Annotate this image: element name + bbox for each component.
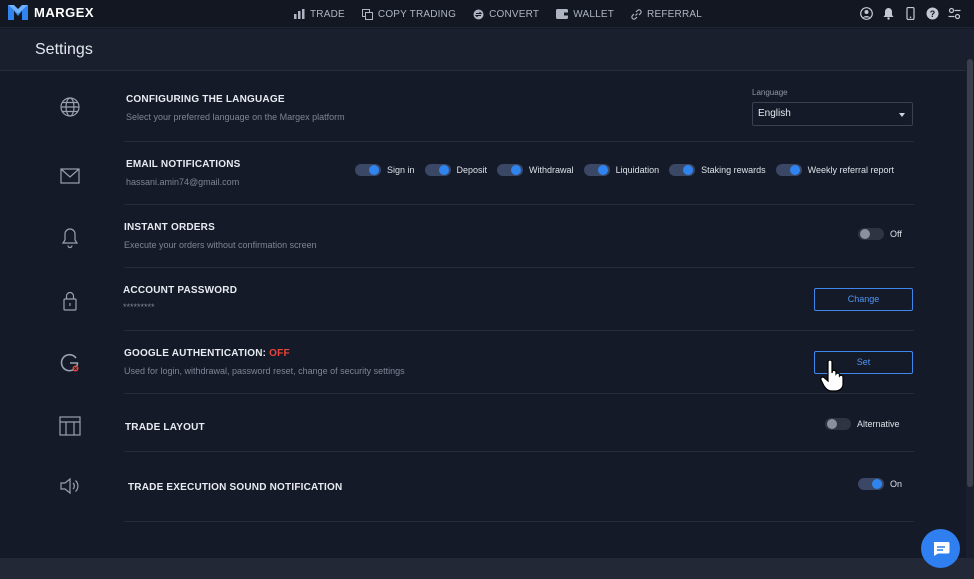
svg-text:?: ? xyxy=(930,9,936,19)
globe-icon xyxy=(60,97,80,117)
trade-layout-toggle[interactable]: Alternative xyxy=(825,418,900,430)
divider xyxy=(124,451,914,452)
toggle-switch[interactable] xyxy=(669,164,696,176)
toggle-label: Staking rewards xyxy=(701,165,766,175)
trade-layout-state: Alternative xyxy=(857,419,900,429)
speaker-icon xyxy=(60,477,79,495)
google-auth-status: OFF xyxy=(269,348,290,359)
toggle-label: Sign in xyxy=(387,165,415,175)
header-icons: ? xyxy=(860,6,961,21)
language-select[interactable]: English xyxy=(752,102,913,126)
password-title: ACCOUNT PASSWORD xyxy=(123,285,238,296)
main-nav: TRADE COPY TRADING CONVERT WALLET REFERR… xyxy=(294,0,702,28)
scrollbar-thumb[interactable] xyxy=(967,59,973,487)
instant-orders-toggle[interactable]: Off xyxy=(858,228,902,240)
link-icon xyxy=(631,8,642,20)
nav-referral-label: REFERRAL xyxy=(647,8,702,20)
language-field-label: Language xyxy=(752,88,788,97)
sound-title: TRADE EXECUTION SOUND NOTIFICATION xyxy=(128,482,343,493)
toggle-switch[interactable] xyxy=(858,478,884,490)
wallet-icon xyxy=(556,9,569,19)
password-masked: ********* xyxy=(123,302,155,312)
convert-icon xyxy=(473,9,484,19)
toggle-sign-in[interactable]: Sign in xyxy=(355,164,415,176)
toggle-label: Deposit xyxy=(456,165,488,175)
margex-logo-icon xyxy=(8,5,28,20)
top-navigation-bar: MARGEX TRADE COPY TRADING CONVERT WALLET… xyxy=(0,0,974,28)
nav-copy-trading-label: COPY TRADING xyxy=(377,8,457,20)
google-auth-title: GOOGLE AUTHENTICATION: OFF xyxy=(124,348,290,359)
nav-trade-label: TRADE xyxy=(310,8,345,20)
toggle-label: Liquidation xyxy=(615,165,660,175)
sound-toggle[interactable]: On xyxy=(858,478,902,490)
email-toggle-list: Sign in Deposit Withdrawal Liquidation S… xyxy=(355,164,894,176)
divider xyxy=(124,330,914,331)
toggle-label: Withdrawal xyxy=(529,165,574,175)
change-password-button[interactable]: Change xyxy=(814,288,913,311)
toggle-switch[interactable] xyxy=(825,418,851,430)
toggle-switch[interactable] xyxy=(355,164,381,176)
email-title: EMAIL NOTIFICATIONS xyxy=(126,159,241,170)
divider xyxy=(124,393,914,394)
profile-icon[interactable] xyxy=(860,7,873,20)
chat-icon xyxy=(933,541,949,556)
brand-name: MARGEX xyxy=(34,5,95,20)
page-title: Settings xyxy=(35,41,93,58)
mobile-app-icon[interactable] xyxy=(904,6,917,21)
chevron-down-icon xyxy=(899,113,905,117)
language-title: CONFIGURING THE LANGUAGE xyxy=(126,94,285,105)
lock-icon xyxy=(63,291,77,311)
sound-state: On xyxy=(890,479,903,489)
toggle-switch[interactable] xyxy=(424,164,451,176)
divider xyxy=(124,204,914,205)
nav-trade[interactable]: TRADE xyxy=(294,9,345,20)
nav-convert-label: CONVERT xyxy=(489,8,540,20)
toggle-liquidation[interactable]: Liquidation xyxy=(583,164,660,176)
help-icon[interactable]: ? xyxy=(926,7,939,20)
instant-orders-title: INSTANT ORDERS xyxy=(124,222,215,233)
toggle-staking-rewards[interactable]: Staking rewards xyxy=(669,164,766,176)
layout-icon xyxy=(59,416,81,436)
footer-strip xyxy=(0,558,974,579)
nav-wallet-label: WALLET xyxy=(573,8,615,20)
toggle-label: Weekly referral report xyxy=(807,165,895,175)
toggle-deposit[interactable]: Deposit xyxy=(424,164,488,176)
trade-layout-title: TRADE LAYOUT xyxy=(125,422,205,433)
email-address: hassani.amin74@gmail.com xyxy=(126,177,240,187)
instant-orders-subtitle: Execute your orders without confirmation… xyxy=(124,240,317,250)
nav-convert[interactable]: CONVERT xyxy=(473,9,539,20)
divider xyxy=(124,141,914,142)
hand-cursor-icon xyxy=(820,360,844,392)
toggle-weekly-referral-report[interactable]: Weekly referral report xyxy=(775,164,895,176)
margex-logo[interactable]: MARGEX xyxy=(8,5,94,20)
bell-outline-icon xyxy=(61,228,79,249)
page-header: Settings xyxy=(0,29,974,71)
scrollbar[interactable] xyxy=(966,29,974,559)
toggle-switch[interactable] xyxy=(583,164,610,176)
google-auth-subtitle: Used for login, withdrawal, password res… xyxy=(124,366,405,376)
toggle-withdrawal[interactable]: Withdrawal xyxy=(497,164,574,176)
mail-icon xyxy=(60,168,80,184)
language-subtitle: Select your preferred language on the Ma… xyxy=(126,112,345,122)
nav-copy-trading[interactable]: COPY TRADING xyxy=(361,8,457,20)
nav-referral[interactable]: REFERRAL xyxy=(631,9,702,20)
divider xyxy=(124,521,914,522)
chat-support-button[interactable] xyxy=(921,529,960,568)
settings-sliders-icon[interactable] xyxy=(948,7,961,20)
divider xyxy=(124,267,914,268)
bar-chart-icon xyxy=(294,9,305,19)
nav-wallet[interactable]: WALLET xyxy=(556,9,614,20)
toggle-switch[interactable] xyxy=(497,164,524,176)
google-auth-label: GOOGLE AUTHENTICATION: xyxy=(124,348,270,359)
toggle-switch[interactable] xyxy=(858,228,884,240)
language-selected-value: English xyxy=(758,108,791,119)
bell-icon[interactable] xyxy=(882,7,895,20)
copy-icon xyxy=(361,8,373,20)
instant-orders-state: Off xyxy=(890,229,902,239)
google-icon xyxy=(60,353,79,372)
toggle-switch[interactable] xyxy=(775,164,802,176)
